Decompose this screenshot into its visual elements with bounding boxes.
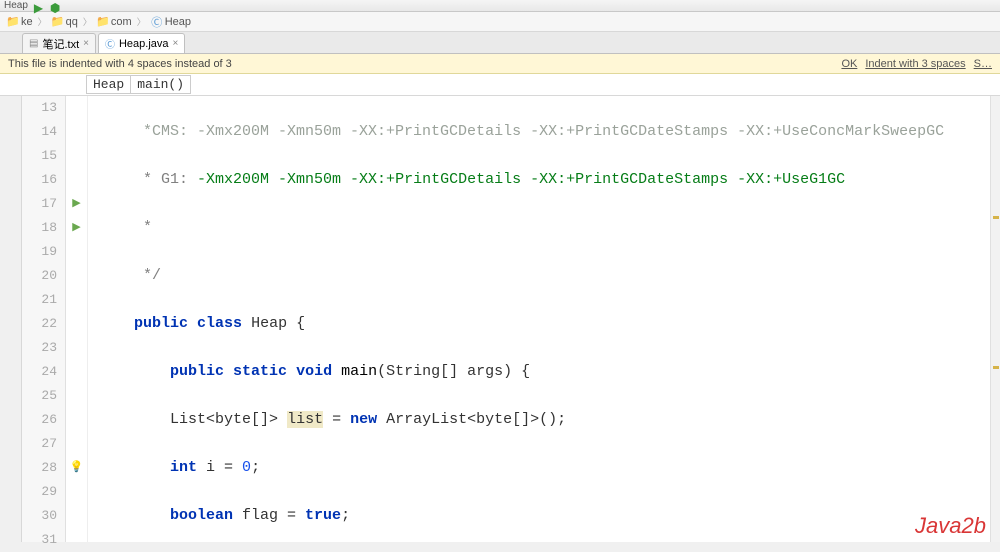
line-number[interactable]: 22: [22, 312, 57, 336]
line-number[interactable]: 31: [22, 528, 57, 552]
breadcrumb-item[interactable]: 📁qq: [49, 16, 81, 28]
editor: 13141516171819202122232425262728293031 ▶…: [0, 96, 1000, 542]
run-config-label[interactable]: Heap: [4, 0, 28, 11]
fold-cell[interactable]: [66, 480, 87, 504]
folder-icon: 📁: [7, 16, 19, 28]
line-number[interactable]: 23: [22, 336, 57, 360]
line-number-gutter[interactable]: 13141516171819202122232425262728293031: [22, 96, 66, 542]
chevron-right-icon: 〉: [137, 15, 146, 28]
chevron-right-icon: 〉: [83, 15, 92, 28]
stripe-marker[interactable]: [993, 216, 999, 219]
file-tab[interactable]: ▤ 笔记.txt ×: [22, 33, 96, 53]
breadcrumb-item[interactable]: ⒸHeap: [148, 16, 194, 28]
file-tabs: ▤ 笔记.txt × Ⓒ Heap.java ×: [0, 32, 1000, 54]
fold-cell[interactable]: 💡: [66, 456, 87, 480]
fold-cell[interactable]: [66, 120, 87, 144]
notification-bar: This file is indented with 4 spaces inst…: [0, 54, 1000, 74]
breadcrumb: 📁ke 〉 📁qq 〉 📁com 〉 ⒸHeap: [0, 12, 1000, 32]
line-number[interactable]: 25: [22, 384, 57, 408]
line-number[interactable]: 24: [22, 360, 57, 384]
fold-cell[interactable]: [66, 96, 87, 120]
text-file-icon: ▤: [29, 38, 38, 49]
left-tool-gutter: [0, 96, 22, 542]
line-number[interactable]: 14: [22, 120, 57, 144]
error-stripe[interactable]: [990, 96, 1000, 542]
fold-cell[interactable]: [66, 408, 87, 432]
fold-cell[interactable]: [66, 504, 87, 528]
context-class[interactable]: Heap: [86, 75, 131, 94]
fold-cell[interactable]: ▶: [66, 192, 87, 216]
file-tab[interactable]: Ⓒ Heap.java ×: [98, 33, 185, 53]
fold-gutter[interactable]: ▶▶ 💡: [66, 96, 88, 542]
line-number[interactable]: 26: [22, 408, 57, 432]
debug-icon[interactable]: ⬢: [50, 1, 60, 11]
line-number[interactable]: 17: [22, 192, 57, 216]
notification-action-indent[interactable]: Indent with 3 spaces: [865, 58, 965, 70]
line-number[interactable]: 20: [22, 264, 57, 288]
breadcrumb-item[interactable]: 📁ke: [4, 16, 36, 28]
breadcrumb-item[interactable]: 📁com: [94, 16, 135, 28]
line-number[interactable]: 19: [22, 240, 57, 264]
fold-cell[interactable]: [66, 168, 87, 192]
close-icon[interactable]: ×: [173, 38, 179, 49]
main-toolbar: Heap ▶ ⬢: [0, 0, 1000, 12]
line-number[interactable]: 21: [22, 288, 57, 312]
fold-cell[interactable]: [66, 312, 87, 336]
run-gutter-icon[interactable]: ▶: [72, 192, 80, 216]
line-number[interactable]: 28: [22, 456, 57, 480]
line-number[interactable]: 18: [22, 216, 57, 240]
fold-cell[interactable]: ▶: [66, 216, 87, 240]
class-icon: Ⓒ: [105, 36, 115, 51]
line-number[interactable]: 29: [22, 480, 57, 504]
fold-cell[interactable]: [66, 384, 87, 408]
line-number[interactable]: 15: [22, 144, 57, 168]
fold-cell[interactable]: [66, 528, 87, 552]
fold-cell[interactable]: [66, 432, 87, 456]
line-number[interactable]: 30: [22, 504, 57, 528]
notification-action-ok[interactable]: OK: [841, 58, 857, 70]
notification-action-more[interactable]: S…: [974, 58, 992, 70]
watermark: Java2b: [915, 514, 986, 538]
folder-icon: 📁: [52, 16, 64, 28]
stripe-marker[interactable]: [993, 366, 999, 369]
fold-cell[interactable]: [66, 288, 87, 312]
line-number[interactable]: 16: [22, 168, 57, 192]
folder-icon: 📁: [97, 16, 109, 28]
bulb-icon[interactable]: 💡: [70, 456, 84, 480]
fold-cell[interactable]: [66, 264, 87, 288]
fold-cell[interactable]: [66, 240, 87, 264]
fold-cell[interactable]: [66, 144, 87, 168]
context-method[interactable]: main(): [131, 75, 191, 94]
notification-message: This file is indented with 4 spaces inst…: [8, 58, 232, 70]
line-number[interactable]: 27: [22, 432, 57, 456]
run-icon[interactable]: ▶: [34, 1, 44, 11]
line-number[interactable]: 13: [22, 96, 57, 120]
code-context-bar: Heap main(): [0, 74, 1000, 96]
fold-cell[interactable]: [66, 360, 87, 384]
class-icon: Ⓒ: [151, 16, 163, 28]
file-tab-label: Heap.java: [119, 38, 169, 50]
run-gutter-icon[interactable]: ▶: [72, 216, 80, 240]
chevron-right-icon: 〉: [38, 15, 47, 28]
code-area[interactable]: *CMS: -Xmx200M -Xmn50m -XX:+PrintGCDetai…: [88, 96, 1000, 542]
file-tab-label: 笔记.txt: [42, 36, 79, 52]
close-icon[interactable]: ×: [83, 38, 89, 49]
fold-cell[interactable]: [66, 336, 87, 360]
